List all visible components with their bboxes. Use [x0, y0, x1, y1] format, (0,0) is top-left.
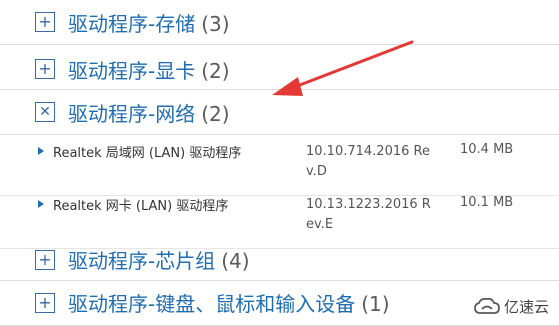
annotation-arrow-icon [272, 40, 414, 96]
watermark-text: 亿速云 [503, 298, 549, 316]
cloud-logo-icon [474, 297, 500, 314]
watermark-logo: 亿速云 [474, 296, 549, 317]
